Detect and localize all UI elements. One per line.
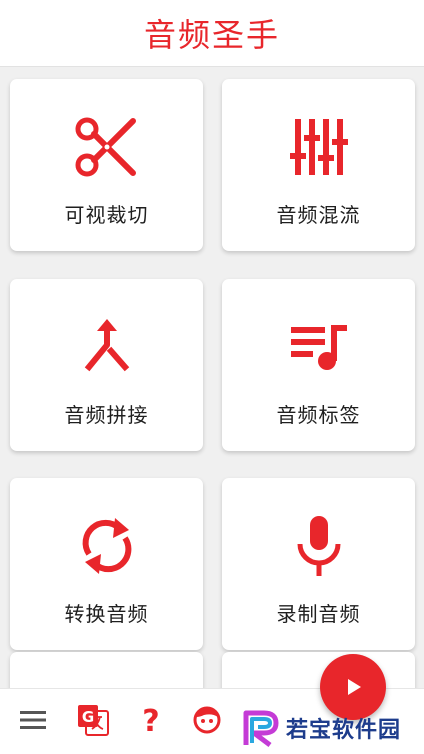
translate-icon[interactable]: G (76, 702, 110, 738)
tool-card-audio-merge[interactable]: 音频拼接 (10, 279, 203, 451)
tool-label: 音频混流 (276, 203, 361, 227)
tool-card-partial[interactable] (10, 652, 203, 692)
play-icon (348, 679, 361, 695)
watermark-text: 若宝软件园 (286, 718, 402, 743)
tool-label: 音频拼接 (64, 403, 149, 427)
tool-label: 转换音频 (64, 602, 149, 626)
svg-text:?: ? (142, 704, 159, 736)
playlist-music-icon (287, 315, 351, 379)
tool-card-audio-mix[interactable]: 音频混流 (222, 79, 415, 251)
tool-card-convert-audio[interactable]: 转换音频 (10, 478, 203, 650)
tool-label: 可视裁切 (64, 203, 149, 227)
menu-icon[interactable] (16, 702, 50, 738)
watermark: 若宝软件园 (240, 706, 420, 750)
tool-card-audio-tags[interactable]: 音频标签 (222, 279, 415, 451)
tool-label: 音频标签 (276, 403, 361, 427)
svg-text:G: G (82, 708, 94, 726)
tool-card-visual-cut[interactable]: 可视裁切 (10, 79, 203, 251)
face-icon[interactable] (190, 702, 224, 738)
watermark-logo (243, 710, 279, 747)
tool-card-partial[interactable] (222, 652, 415, 692)
mixer-sliders-icon (287, 115, 351, 179)
app-header: 音频圣手 (0, 0, 424, 67)
merge-arrows-icon (75, 315, 139, 379)
app-title: 音频圣手 (143, 16, 280, 54)
sync-arrows-icon (75, 514, 139, 578)
tool-card-record-audio[interactable]: 录制音频 (222, 478, 415, 650)
tool-label: 录制音频 (276, 602, 361, 626)
scissors-icon (75, 115, 139, 179)
microphone-icon (287, 514, 351, 578)
help-icon[interactable]: ? (134, 702, 168, 738)
